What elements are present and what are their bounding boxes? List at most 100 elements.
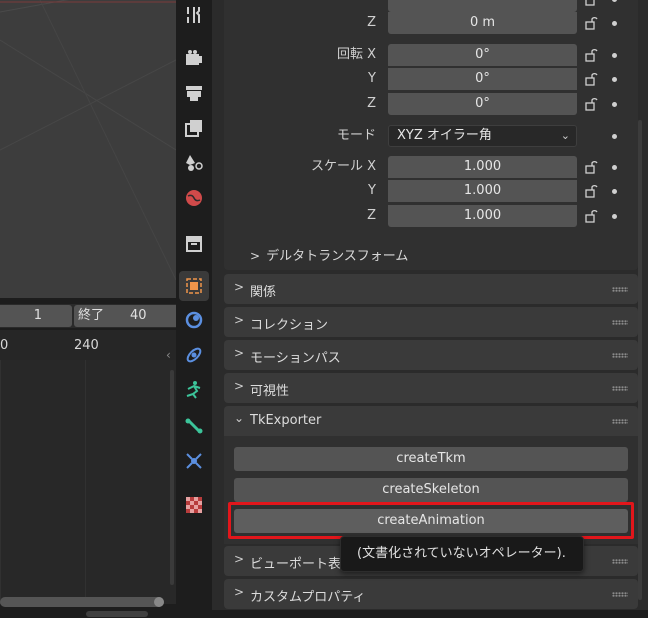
constraints-icon: [185, 418, 203, 434]
object-icon: [186, 278, 202, 294]
tab-texture[interactable]: [179, 490, 209, 520]
ruler-tick-label: 0: [0, 338, 9, 353]
timeline-vertical-scrollbar[interactable]: [170, 370, 174, 585]
tab-modifier[interactable]: [179, 305, 209, 335]
modifier-icon: [185, 311, 203, 329]
tab-render[interactable]: [179, 43, 209, 73]
timeline-area[interactable]: [0, 360, 176, 604]
end-frame-field[interactable]: 終了 40: [74, 305, 176, 327]
world-icon: [186, 190, 202, 206]
rotation-z-label: Z: [367, 96, 376, 111]
rotation-z-field[interactable]: 0°: [388, 93, 577, 115]
panel-collections[interactable]: > コレクション: [224, 307, 638, 337]
panel-relations[interactable]: > 関係: [224, 274, 638, 304]
rotation-y-field[interactable]: 0°: [388, 68, 577, 90]
panel-title: 可視性: [250, 384, 290, 399]
timeline-ruler[interactable]: 0 240: [0, 330, 176, 360]
delta-transform-label: デルタトランスフォーム: [266, 249, 409, 264]
start-frame-field[interactable]: 1: [0, 305, 72, 327]
drag-handle-icon[interactable]: [612, 386, 628, 391]
drag-handle-icon[interactable]: [612, 287, 628, 292]
tab-world[interactable]: [179, 183, 209, 213]
keyframe-dot[interactable]: [612, 102, 617, 107]
tab-tool[interactable]: [179, 0, 209, 30]
chevron-right-icon: >: [234, 346, 245, 360]
collapse-arrow-icon[interactable]: ‹: [166, 348, 171, 362]
collection-icon: [186, 236, 202, 252]
keyframe-dot[interactable]: [612, 134, 617, 139]
properties-scrollbar[interactable]: [638, 120, 642, 600]
chevron-right-icon: >: [250, 249, 261, 263]
scale-y-field[interactable]: 1.000: [388, 180, 577, 202]
rotation-x-field[interactable]: 0°: [388, 44, 577, 66]
area-resize-handle[interactable]: [86, 611, 148, 617]
tab-constraints[interactable]: [179, 411, 209, 441]
tab-scene[interactable]: [179, 148, 209, 178]
tool-icon: [187, 7, 200, 23]
panel-title: ビューポート表: [250, 557, 342, 572]
panel-title: カスタムプロパティ: [250, 590, 366, 605]
scrollbar-handle[interactable]: [154, 597, 164, 607]
location-y-field[interactable]: [388, 0, 577, 12]
scale-z-label: Z: [367, 208, 376, 223]
lock-icon[interactable]: [584, 0, 598, 6]
location-z-field[interactable]: 0 m: [388, 12, 577, 34]
chevron-right-icon: >: [234, 552, 245, 566]
scale-z-field[interactable]: 1.000: [388, 205, 577, 227]
rotation-mode-select[interactable]: XYZ オイラー角 ⌄: [388, 125, 577, 147]
tab-physics[interactable]: [179, 375, 209, 405]
keyframe-dot[interactable]: [612, 165, 617, 170]
timeline-horizontal-scrollbar[interactable]: [0, 597, 164, 607]
ruler-tick-label: 240: [74, 338, 99, 353]
lock-icon[interactable]: [584, 184, 598, 198]
keyframe-dot[interactable]: [612, 214, 617, 219]
scale-y-label: Y: [368, 183, 376, 198]
create-skeleton-button[interactable]: createSkeleton: [234, 478, 628, 502]
drag-handle-icon[interactable]: [612, 592, 628, 597]
drag-handle-icon[interactable]: [612, 559, 628, 564]
panel-title: 関係: [250, 285, 277, 300]
tab-collection[interactable]: [179, 228, 209, 258]
lock-icon[interactable]: [584, 16, 598, 30]
output-icon: [186, 86, 202, 101]
create-tkm-button[interactable]: createTkm: [234, 447, 628, 471]
end-frame-value: 40: [130, 308, 147, 323]
scene-icon: [186, 155, 203, 171]
lock-icon[interactable]: [584, 160, 598, 174]
keyframe-dot[interactable]: [612, 21, 617, 26]
tab-object[interactable]: [179, 271, 209, 301]
lock-icon[interactable]: [584, 72, 598, 86]
chevron-right-icon: >: [234, 313, 245, 327]
timeline-header: 1 終了 40: [0, 304, 176, 328]
drag-handle-icon[interactable]: [612, 419, 628, 424]
keyframe-dot[interactable]: [612, 53, 617, 58]
keyframe-dot[interactable]: [612, 189, 617, 194]
lock-icon[interactable]: [584, 97, 598, 111]
panel-title: TkExporter: [250, 413, 322, 428]
panel-visibility[interactable]: > 可視性: [224, 373, 638, 403]
panel-motion-paths[interactable]: > モーションパス: [224, 340, 638, 370]
scale-x-field[interactable]: 1.000: [388, 156, 577, 178]
panel-custom-properties[interactable]: > カスタムプロパティ: [224, 579, 638, 609]
tab-output[interactable]: [179, 78, 209, 108]
drag-handle-icon[interactable]: [612, 353, 628, 358]
object-data-icon: [186, 453, 202, 469]
delta-transform-subpanel[interactable]: > デルタトランスフォーム: [250, 245, 408, 264]
tab-view-layer[interactable]: [179, 113, 209, 143]
tab-object-data[interactable]: [179, 446, 209, 476]
operator-tooltip: (文書化されていないオペレーター).: [340, 536, 584, 572]
3d-viewport[interactable]: [0, 0, 176, 298]
lock-icon[interactable]: [584, 48, 598, 62]
properties-tab-bar: [176, 0, 212, 610]
timeline-gridline: [0, 360, 1, 604]
drag-handle-icon[interactable]: [612, 320, 628, 325]
chevron-right-icon: >: [234, 280, 245, 294]
rotation-mode-label: モード: [336, 128, 376, 143]
keyframe-dot[interactable]: [612, 77, 617, 82]
view-layer-icon: [185, 120, 202, 137]
location-z-label: Z: [367, 15, 376, 30]
tab-particles[interactable]: [179, 340, 209, 370]
panel-tkexporter[interactable]: ⌄ TkExporter: [224, 406, 638, 436]
lock-icon[interactable]: [584, 209, 598, 223]
panel-title: コレクション: [250, 318, 329, 333]
